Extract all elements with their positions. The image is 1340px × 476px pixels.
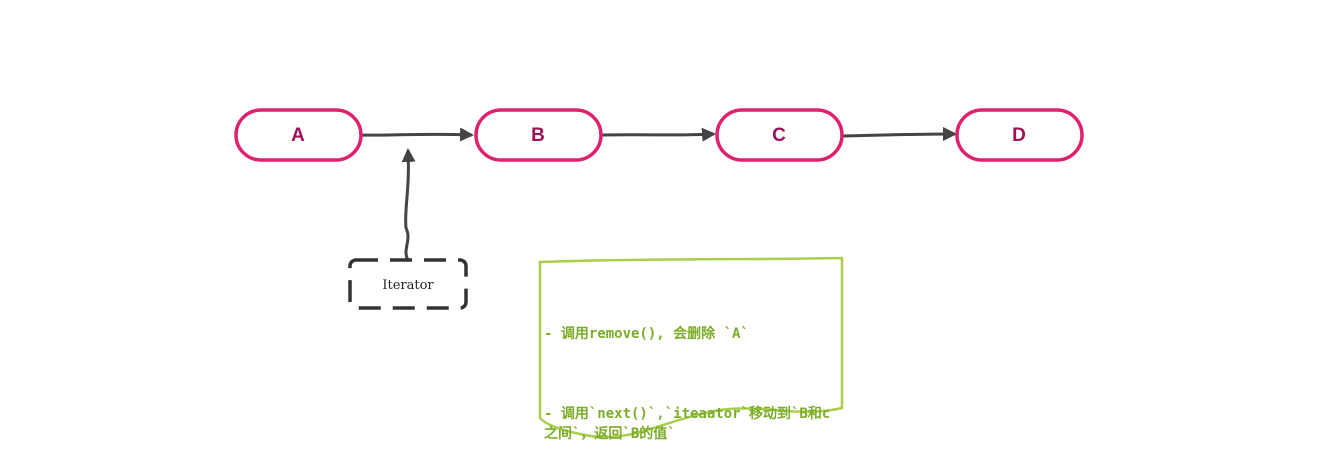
- node-d-label: D: [1012, 125, 1026, 146]
- iterator-pointer-arrow: [401, 148, 416, 261]
- node-a: A: [234, 108, 363, 162]
- note-text: - 调用remove(), 会删除 `A` - 调用`next()`,`itea…: [544, 284, 834, 464]
- edge-b-c: [601, 127, 716, 142]
- note-line-remove: - 调用remove(), 会删除 `A`: [544, 326, 749, 342]
- note-line-next: - 调用`next()`,`iteaator`移动到`B和c之间`，返回`B的值…: [544, 406, 831, 442]
- iterator-box: Iterator: [348, 258, 468, 310]
- edge-c-d: [841, 127, 957, 142]
- node-c: C: [715, 108, 844, 162]
- node-a-label: A: [291, 125, 305, 146]
- edge-a-b: [359, 127, 474, 142]
- node-b: B: [474, 108, 603, 162]
- node-b-label: B: [531, 125, 545, 146]
- node-c-label: C: [772, 125, 786, 146]
- iterator-label: Iterator: [382, 278, 434, 293]
- node-d: D: [955, 108, 1084, 162]
